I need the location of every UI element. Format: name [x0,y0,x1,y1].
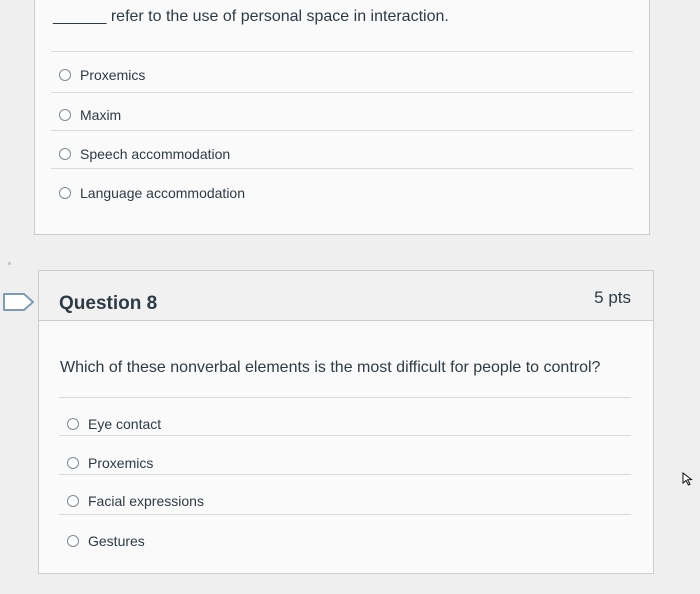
answer-option-facial-expressions[interactable]: Facial expressions [67,493,204,509]
radio-button[interactable] [67,535,79,547]
answer-option-proxemics[interactable]: Proxemics [59,67,145,83]
radio-button[interactable] [67,418,79,430]
answer-label: Speech accommodation [80,146,231,162]
question-8-card: Question 8 5 pts Which of these nonverba… [38,270,654,574]
question-7-card: ______ refer to the use of personal spac… [34,0,650,235]
answer-option-speech-accommodation[interactable]: Speech accommodation [59,146,230,162]
answer-option-gestures[interactable]: Gestures [67,533,145,549]
radio-button[interactable] [67,495,79,507]
divider [59,474,631,475]
divider [59,435,631,436]
answer-option-proxemics[interactable]: Proxemics [67,455,153,471]
divider [51,92,633,93]
radio-button[interactable] [59,109,71,121]
answer-label: Gestures [88,533,145,549]
question-8-prompt: Which of these nonverbal elements is the… [60,359,601,376]
answer-label: Eye contact [88,416,162,432]
divider [51,130,633,131]
radio-button[interactable] [59,148,71,160]
question-title: Question 8 [59,293,158,314]
bookmark-flag-icon[interactable] [2,292,36,312]
question-7-prompt: ______ refer to the use of personal spac… [53,8,449,25]
divider [59,514,631,515]
radio-button[interactable] [59,187,71,199]
answer-option-language-accommodation[interactable]: Language accommodation [59,185,245,201]
answer-label: Facial expressions [88,493,204,509]
margin-dot [8,262,11,265]
divider [51,51,633,52]
radio-button[interactable] [67,457,79,469]
answer-label: Language accommodation [80,185,246,201]
radio-button[interactable] [59,69,71,81]
divider [59,397,631,398]
question-points: 5 pts [594,288,631,307]
mouse-pointer-icon [682,472,693,486]
answer-option-maxim[interactable]: Maxim [59,107,121,123]
answer-label: Maxim [80,107,122,123]
answer-label: Proxemics [80,67,146,83]
question-header: Question 8 5 pts [39,271,653,321]
divider [51,168,633,169]
answer-label: Proxemics [88,455,154,471]
answer-option-eye-contact[interactable]: Eye contact [67,416,161,432]
